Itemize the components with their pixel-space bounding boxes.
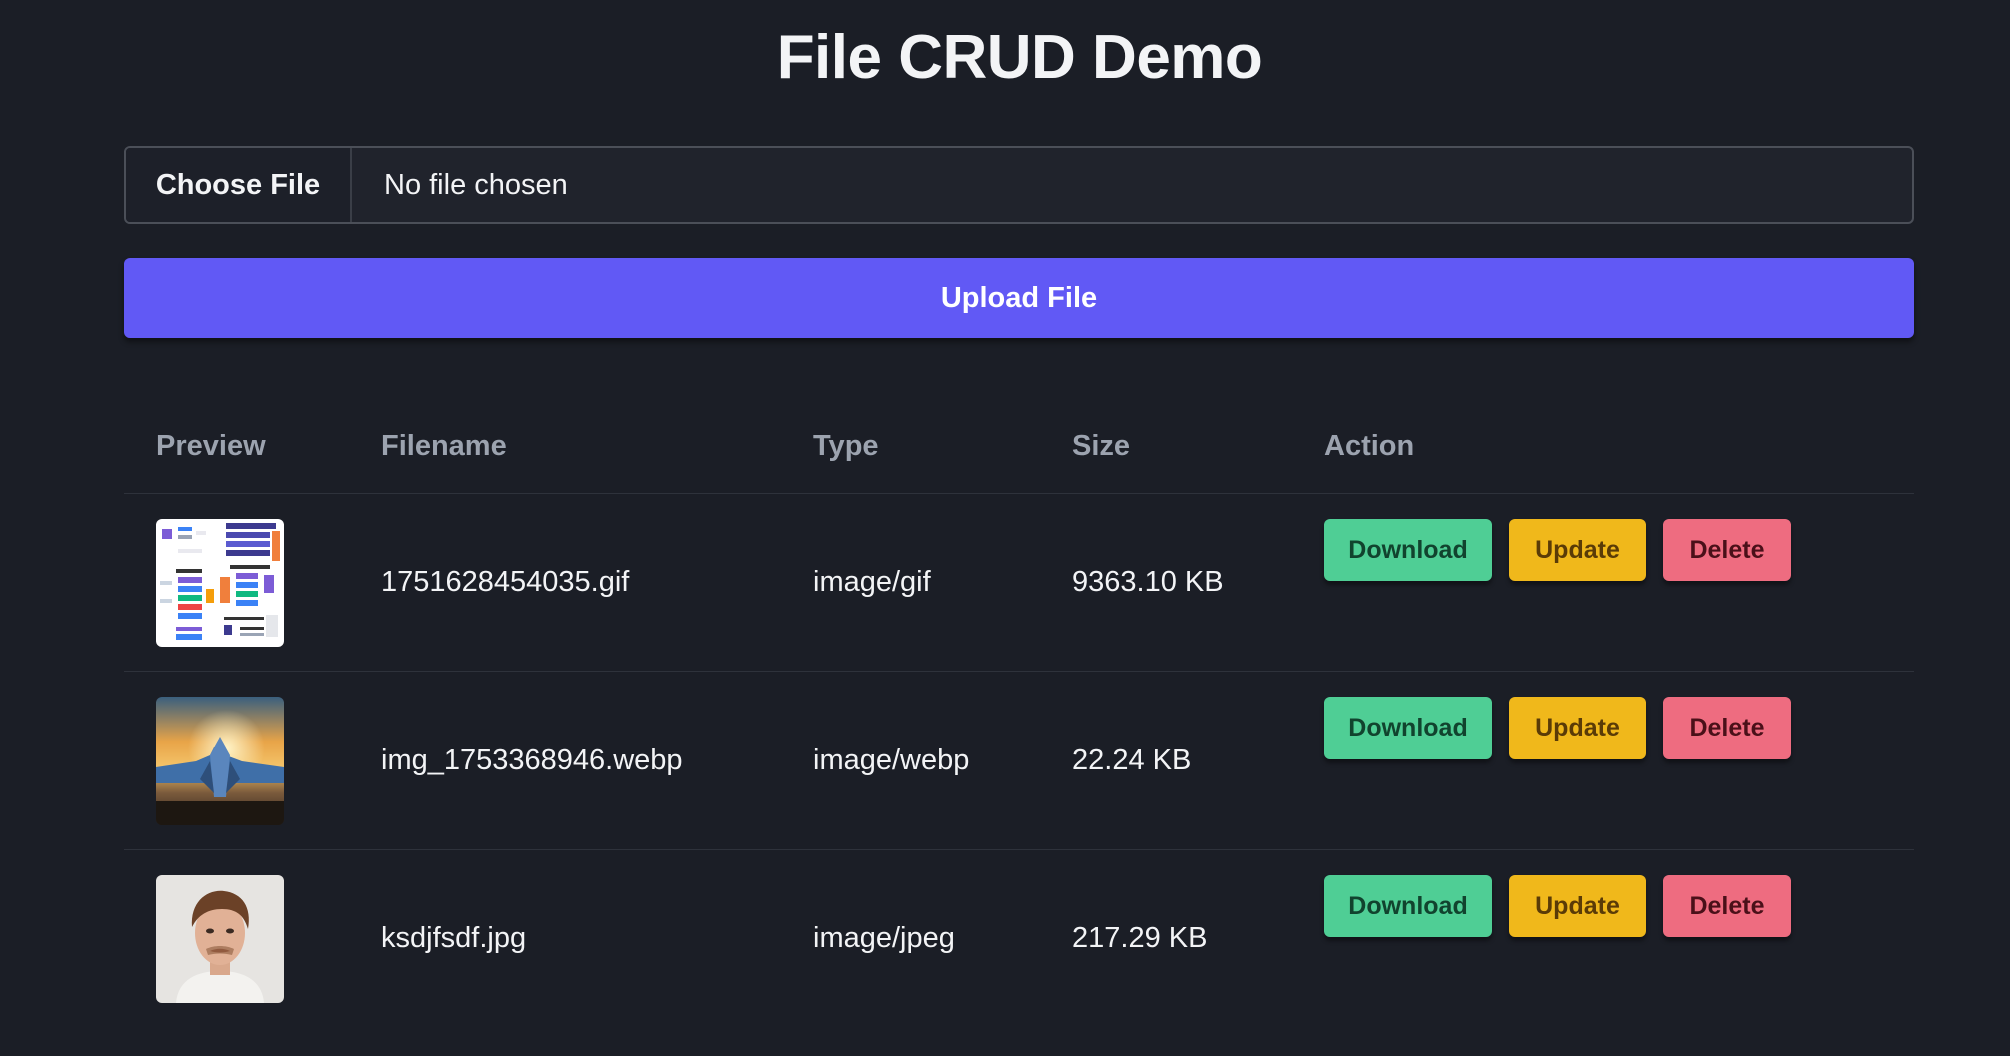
diagram-thumbnail [156,518,284,647]
delete-button[interactable]: Delete [1663,875,1791,937]
type-cell: image/webp [813,744,970,776]
download-button[interactable]: Download [1324,875,1492,937]
size-cell: 217.29 KB [1072,922,1208,954]
header-preview: Preview [156,430,266,462]
table-row: img_1753368946.webp image/webp 22.24 KB … [124,672,1914,850]
download-button[interactable]: Download [1324,697,1492,759]
choose-file-button[interactable]: Choose File [126,148,352,222]
page: File CRUD Demo Choose File No file chose… [0,0,2010,1056]
size-cell: 22.24 KB [1072,744,1192,776]
update-button[interactable]: Update [1509,875,1646,937]
page-title: File CRUD Demo [776,23,1263,92]
files-table: Preview Filename Type Size Action 175162… [124,400,1914,1027]
action-cell: Download Update Delete [1324,672,1791,849]
preview-cell [156,672,284,849]
jet-sunset-thumbnail [156,696,284,825]
file-status-text: No file chosen [384,168,568,201]
filename-cell: 1751628454035.gif [381,566,630,598]
table-row: 1751628454035.gif image/gif 9363.10 KB D… [124,494,1914,672]
filename-cell: img_1753368946.webp [381,744,683,776]
download-button[interactable]: Download [1324,519,1492,581]
size-cell: 9363.10 KB [1072,566,1224,598]
preview-cell [156,850,284,1027]
table-row: ksdjfsdf.jpg image/jpeg 217.29 KB Downlo… [124,850,1914,1027]
type-cell: image/jpeg [813,922,955,954]
action-cell: Download Update Delete [1324,494,1791,671]
action-cell: Download Update Delete [1324,850,1791,1027]
preview-cell [156,494,284,671]
header-action: Action [1324,430,1415,462]
header-size: Size [1072,430,1131,462]
delete-button[interactable]: Delete [1663,697,1791,759]
type-cell: image/gif [813,566,931,598]
update-button[interactable]: Update [1509,697,1646,759]
header-filename: Filename [381,430,507,462]
filename-cell: ksdjfsdf.jpg [381,922,527,954]
header-type: Type [813,430,879,462]
file-input[interactable]: Choose File No file chosen [124,146,1914,224]
delete-button[interactable]: Delete [1663,519,1791,581]
table-header: Preview Filename Type Size Action [124,400,1914,494]
portrait-thumbnail [156,874,284,1003]
update-button[interactable]: Update [1509,519,1646,581]
upload-file-button[interactable]: Upload File [124,258,1914,338]
